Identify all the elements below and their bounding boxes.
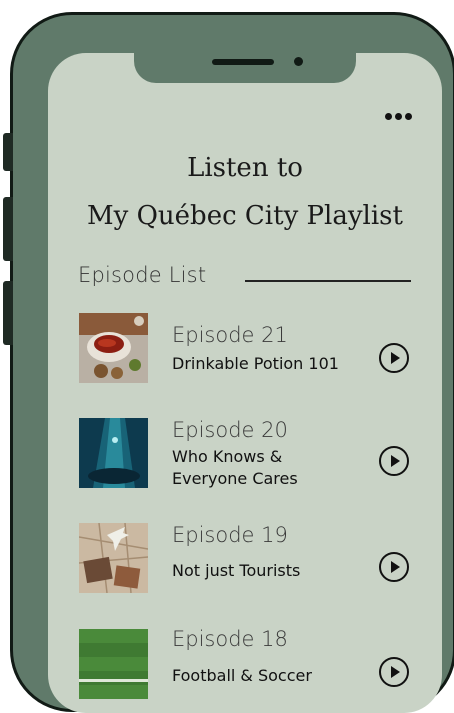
phone-side-button <box>3 281 13 345</box>
phone-screen: Listen to My Québec City Playlist Episod… <box>48 53 442 713</box>
episode-item[interactable]: Episode 21 Drinkable Potion 101 <box>48 313 442 393</box>
episode-title: Not just Tourists <box>172 561 301 580</box>
episode-item[interactable]: Episode 20 Who Knows & Everyone Cares <box>48 418 442 498</box>
play-circle-icon[interactable] <box>379 343 409 373</box>
page-title-line2: My Québec City Playlist <box>87 201 403 231</box>
phone-side-button <box>3 197 13 261</box>
episode-number: Episode 18 <box>172 627 288 651</box>
phone-side-button <box>3 133 13 171</box>
underwater-light-thumbnail <box>79 418 148 488</box>
heading-divider <box>245 280 411 282</box>
more-options-icon[interactable] <box>385 113 412 120</box>
phone-notch <box>134 53 356 83</box>
map-photos-thumbnail <box>79 523 148 593</box>
episode-item[interactable]: Episode 18 Football & Soccer <box>48 627 442 709</box>
episode-number: Episode 21 <box>172 323 288 347</box>
episode-item[interactable]: Episode 19 Not just Tourists <box>48 523 442 603</box>
episode-title: Who Knows & <box>172 447 283 466</box>
page-title-line1: Listen to <box>187 153 303 183</box>
play-circle-icon[interactable] <box>379 552 409 582</box>
grass-field-thumbnail <box>79 629 148 699</box>
episode-title: Everyone Cares <box>172 469 298 488</box>
tea-cup-thumbnail <box>79 313 148 383</box>
speaker-grille <box>212 59 274 65</box>
episode-list-heading: Episode List <box>78 263 207 287</box>
front-camera <box>294 57 303 66</box>
episode-title: Drinkable Potion 101 <box>172 354 339 373</box>
episode-number: Episode 20 <box>172 418 288 442</box>
episode-number: Episode 19 <box>172 523 288 547</box>
phone-frame: Listen to My Québec City Playlist Episod… <box>3 12 454 713</box>
play-circle-icon[interactable] <box>379 657 409 687</box>
play-circle-icon[interactable] <box>379 446 409 476</box>
